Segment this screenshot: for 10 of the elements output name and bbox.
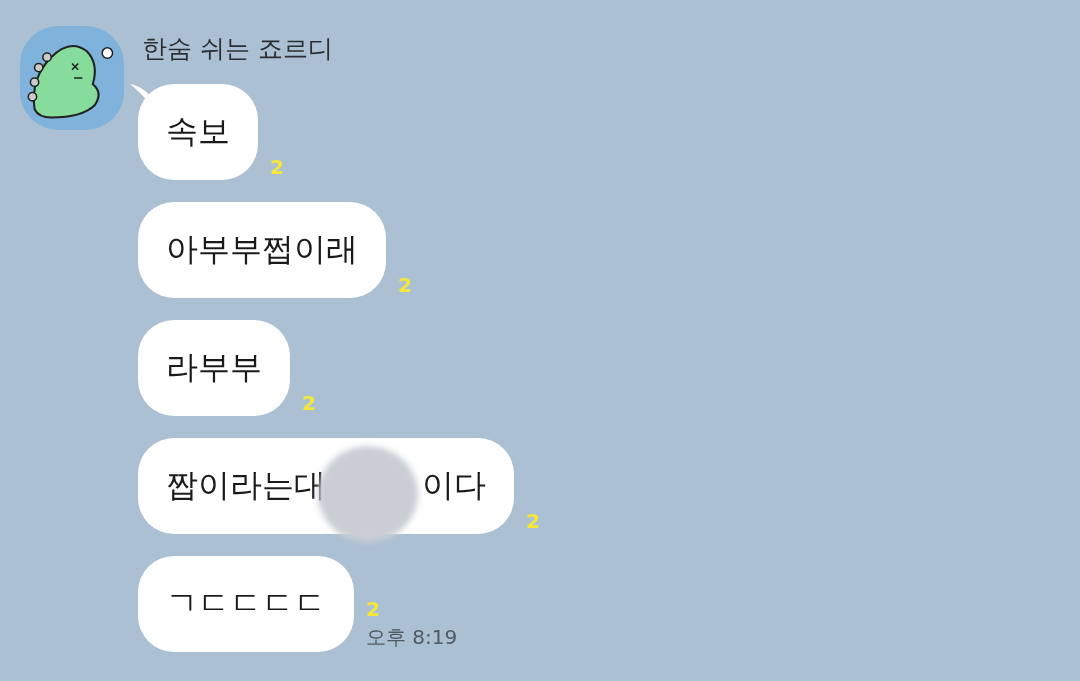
sender-name: 한숨 쉬는 죠르디 <box>142 34 333 64</box>
unread-count: 2 <box>526 510 540 532</box>
unread-count: 2 <box>366 598 380 620</box>
message-bubble: ㄱㄷㄷㄷㄷ <box>138 556 354 652</box>
unread-count: 2 <box>398 274 412 296</box>
message-bubble: 라부부 <box>138 320 290 416</box>
timestamp: 오후 8:19 <box>366 624 458 650</box>
message-bubble: 아부부쩝이래 <box>138 202 386 298</box>
unread-count: 2 <box>302 392 316 414</box>
unread-count: 2 <box>270 156 284 178</box>
